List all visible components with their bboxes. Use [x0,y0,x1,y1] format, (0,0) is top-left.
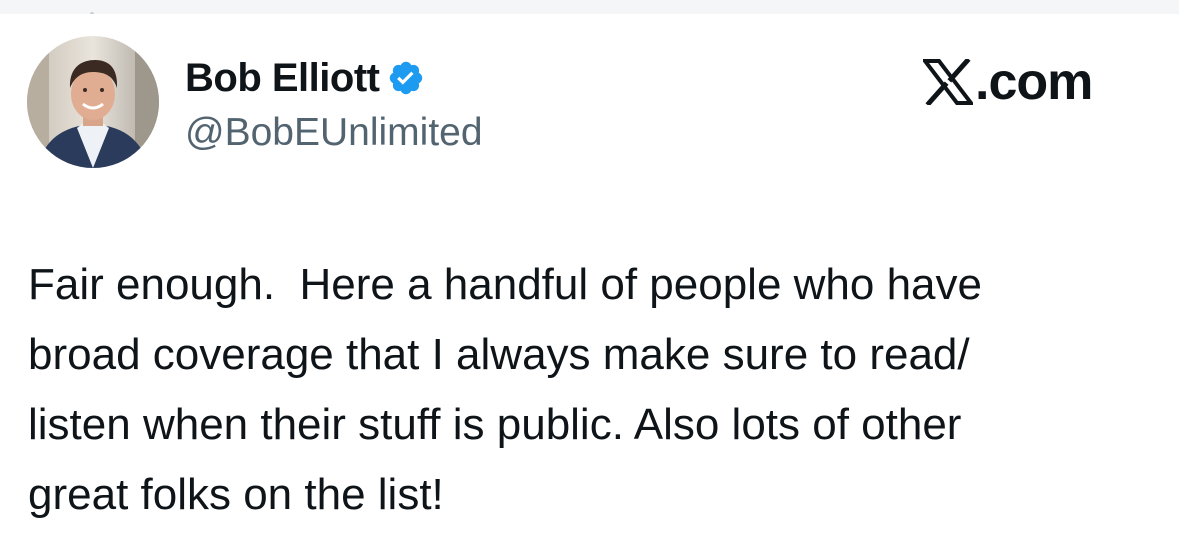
tweet-card: Bob Elliott @BobEUnlimited .com Fair eno… [0,14,1179,549]
author-handle[interactable]: @BobEUnlimited [185,110,483,156]
tweet-text-line: broad coverage that I always make sure t… [28,330,970,379]
tweet-text-line: listen when their stuff is public. Also … [28,400,962,449]
tweet-text-line: Fair enough. Here a handful of people wh… [28,260,982,309]
x-brand: .com [920,53,1093,111]
avatar[interactable] [27,36,159,168]
author-display-name[interactable]: Bob Elliott [185,54,380,102]
verified-badge-icon [387,59,425,97]
top-strip [0,0,1179,14]
tweet-text: Fair enough. Here a handful of people wh… [28,250,1158,530]
tweet-text-line: great folks on the list! [28,470,444,519]
x-logo-icon [920,57,976,107]
profile-photo [27,36,159,168]
author-name-row: Bob Elliott [185,54,425,102]
brand-domain-text: .com [975,53,1093,111]
